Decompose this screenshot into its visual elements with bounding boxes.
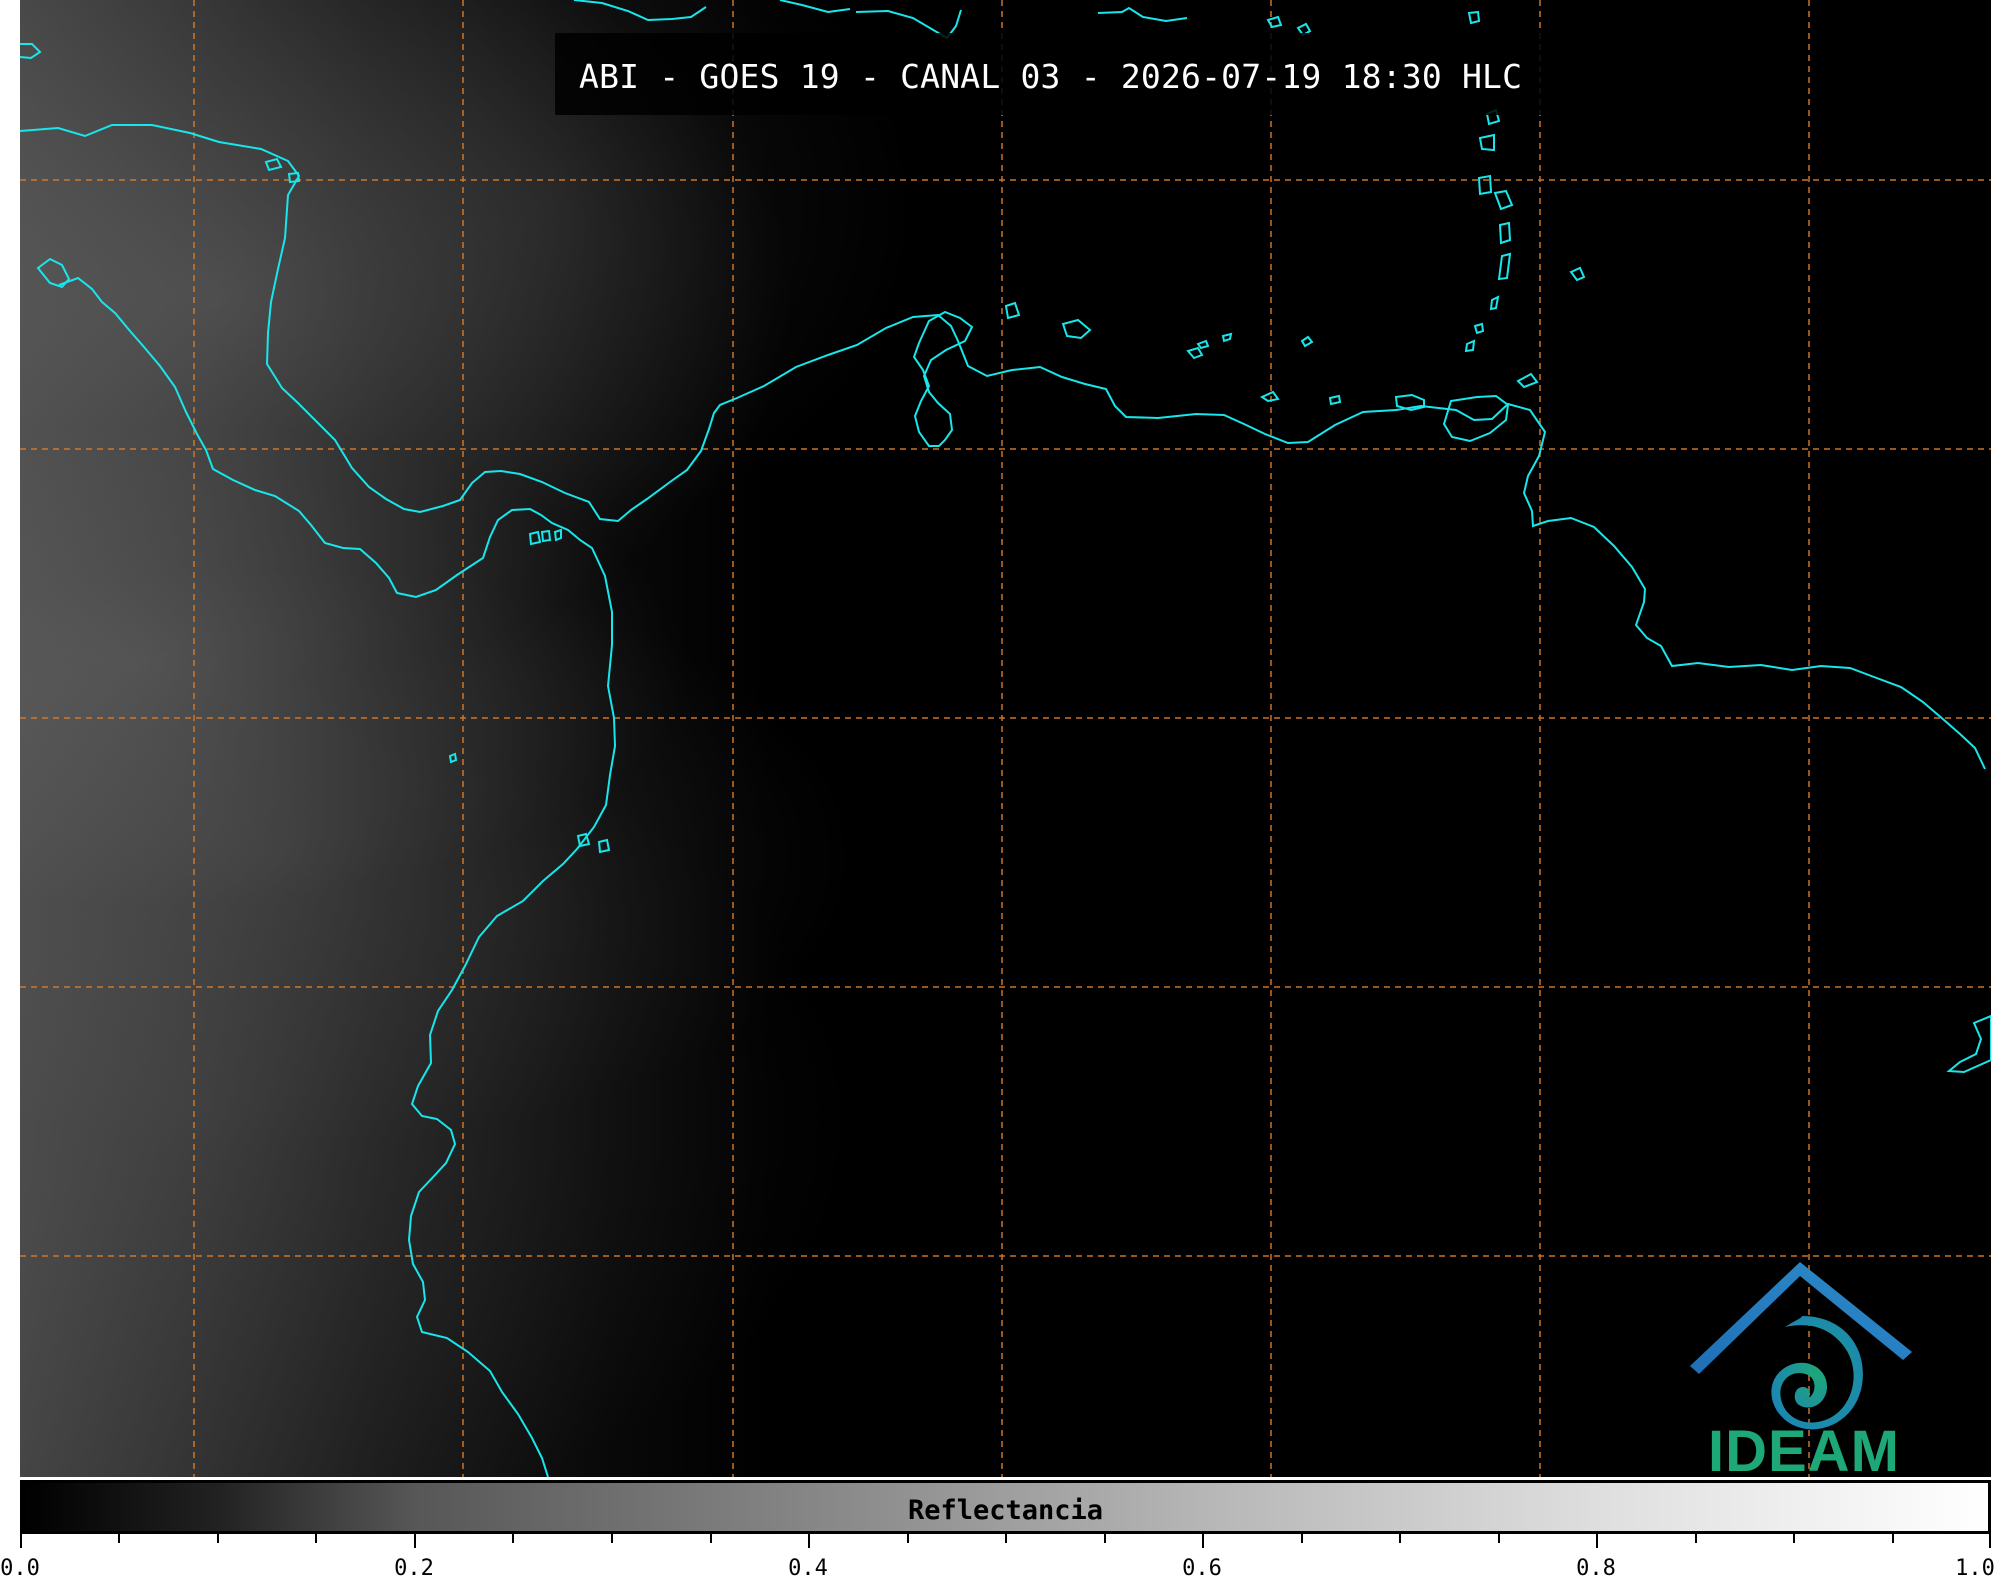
colorbar-minor-tick — [217, 1534, 219, 1543]
colorbar-minor-tick — [1301, 1534, 1303, 1543]
satellite-image-page: ABI - GOES 19 - CANAL 03 - 2026-07-19 18… — [0, 0, 2011, 1577]
image-title: ABI - GOES 19 - CANAL 03 - 2026-07-19 18… — [555, 33, 1547, 115]
colorbar-minor-tick — [1399, 1534, 1401, 1543]
coastline — [528, 530, 542, 546]
logo-swirl-icon — [1771, 1316, 1863, 1430]
coastline — [540, 529, 552, 543]
coastline — [36, 257, 71, 289]
colorbar-label: Reflectancia — [907, 1495, 1104, 1526]
coastline — [573, 0, 707, 22]
colorbar-major-tick — [1989, 1534, 1991, 1548]
colorbar-minor-tick — [1005, 1534, 1007, 1543]
colorbar-minor-tick — [1892, 1534, 1894, 1543]
coastline — [1473, 322, 1485, 335]
colorbar-minor-tick — [710, 1534, 712, 1543]
coastline — [264, 157, 283, 172]
colorbar-major-tick — [20, 1534, 22, 1548]
colorbar-major-tick — [1596, 1534, 1598, 1548]
coastline — [1266, 15, 1283, 29]
colorbar-minor-tick — [512, 1534, 514, 1543]
coastline — [597, 838, 611, 854]
coastline — [1196, 339, 1210, 350]
coastline — [1493, 189, 1514, 211]
coastline — [1300, 335, 1314, 348]
colorbar-tick-label: 0.0 — [0, 1556, 40, 1577]
colorbar-tick-label: 0.8 — [1576, 1556, 1616, 1577]
colorbar-minor-tick — [611, 1534, 613, 1543]
coastline — [1259, 390, 1280, 403]
coastline — [1478, 133, 1495, 152]
coastline — [553, 528, 562, 542]
coastline — [1186, 346, 1204, 360]
satellite-map: ABI - GOES 19 - CANAL 03 - 2026-07-19 18… — [20, 0, 1991, 1477]
colorbar-minor-tick — [1695, 1534, 1697, 1543]
coastline — [58, 276, 617, 1477]
colorbar-ticks: 0.0 0.2 0.4 0.6 0.8 1.0 — [0, 1534, 1995, 1577]
coastline — [912, 310, 974, 447]
coastline — [1489, 295, 1500, 311]
colorbar-major-tick — [414, 1534, 416, 1548]
colorbar-minor-tick — [315, 1534, 317, 1543]
colorbar-minor-tick — [1498, 1534, 1500, 1543]
colorbar-minor-tick — [1793, 1534, 1795, 1543]
coastline — [1004, 301, 1021, 320]
coastline — [1467, 10, 1481, 25]
coastline — [1221, 332, 1233, 343]
colorbar-tick-label: 0.6 — [1182, 1556, 1222, 1577]
coastline — [1442, 394, 1510, 443]
coastline — [779, 0, 851, 14]
coastline — [448, 752, 458, 764]
coastline — [1498, 221, 1512, 245]
colorbar-minor-tick — [1104, 1534, 1106, 1543]
coastline — [1516, 372, 1539, 389]
colorbar-minor-tick — [907, 1534, 909, 1543]
coastline — [1477, 174, 1493, 196]
coastline — [1061, 318, 1092, 340]
coastline — [1097, 6, 1188, 23]
colorbar-tick-label: 0.2 — [394, 1556, 434, 1577]
ideam-logo-text: IDEAM — [1708, 1419, 1900, 1477]
colorbar-major-tick — [808, 1534, 810, 1548]
colorbar-tick-label: 1.0 — [1955, 1556, 1995, 1577]
coastline — [1464, 339, 1476, 353]
coastline — [1328, 394, 1342, 406]
coastline — [1946, 1014, 1991, 1074]
coastline — [1497, 252, 1512, 281]
reflectance-colorbar: Reflectancia — [20, 1480, 1991, 1534]
colorbar-major-tick — [1202, 1534, 1204, 1548]
coastline — [1569, 266, 1586, 282]
colorbar-minor-tick — [118, 1534, 120, 1543]
colorbar-tick-label: 0.4 — [788, 1556, 828, 1577]
coastline — [20, 43, 42, 60]
coastline — [20, 124, 1986, 770]
